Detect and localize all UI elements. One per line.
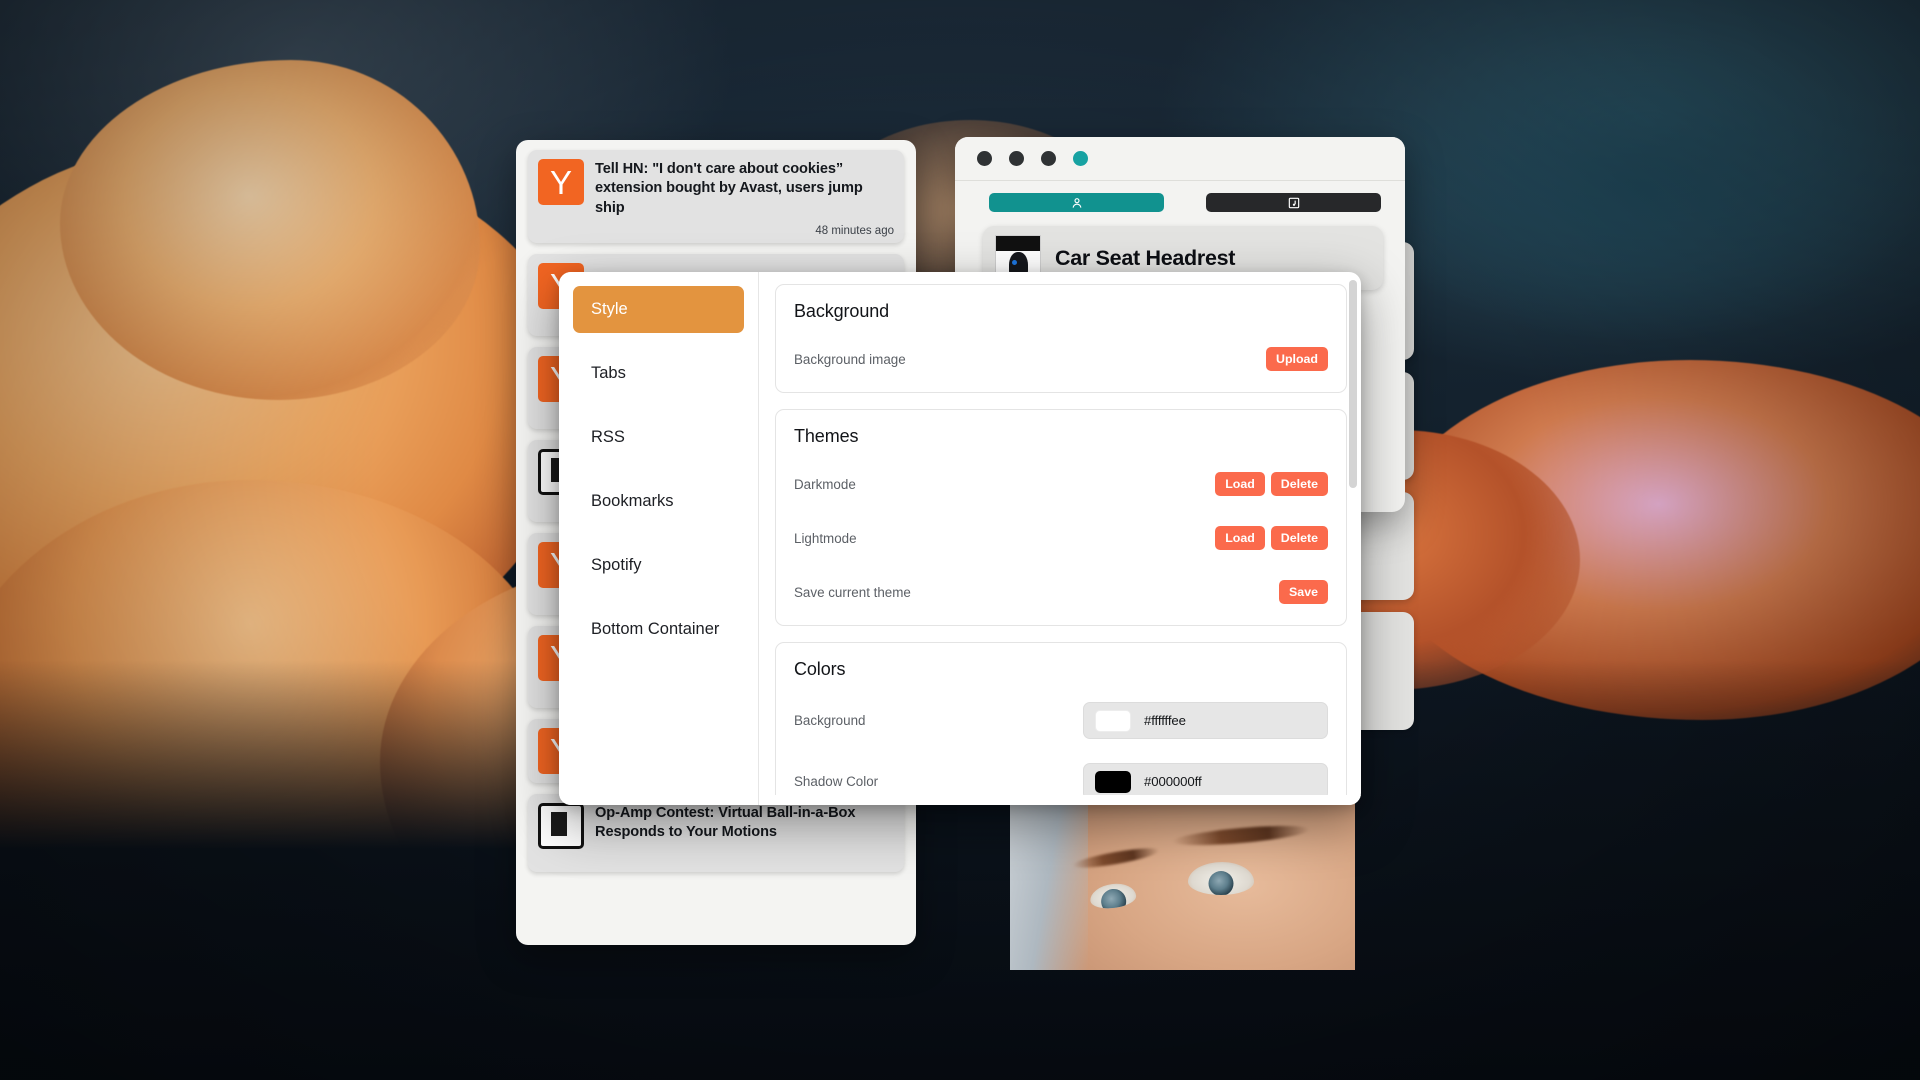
news-title: Tell HN: "I don't care about cookies” ex…	[595, 161, 863, 216]
tab-people[interactable]	[989, 193, 1164, 212]
row-label: Background image	[794, 351, 906, 367]
colors-section: Colors Background #ffffffee Shadow Color…	[775, 642, 1347, 805]
delete-button[interactable]: Delete	[1270, 471, 1328, 497]
color-swatch	[1095, 709, 1131, 732]
sidebar-item-label: Bottom Container	[591, 620, 720, 638]
now-playing-title: Car Seat Headrest	[1055, 245, 1236, 270]
hackernews-icon: Y	[538, 159, 584, 205]
row-label: Darkmode	[794, 476, 856, 492]
scrollbar-thumb[interactable]	[1349, 280, 1357, 488]
news-title: Op-Amp Contest: Virtual Ball-in-a-Box Re…	[595, 804, 856, 840]
settings-sidebar: Style Tabs RSS Bookmarks Spotify Bottom …	[559, 272, 759, 805]
sidebar-item-label: Tabs	[591, 364, 626, 382]
color-value: #000000ff	[1144, 774, 1202, 789]
news-timestamp: 48 minutes ago	[815, 224, 894, 237]
settings-dialog[interactable]: Style Tabs RSS Bookmarks Spotify Bottom …	[559, 272, 1361, 805]
delete-button[interactable]: Delete	[1270, 525, 1328, 551]
sidebar-item-tabs[interactable]: Tabs	[573, 350, 744, 397]
theme-row-save: Save current theme Save	[794, 577, 1328, 607]
album-icon	[1288, 197, 1299, 208]
settings-content: Background Background image Upload Theme…	[759, 272, 1361, 805]
theme-row-lightmode: Lightmode Load Delete	[794, 523, 1328, 553]
sidebar-item-bookmarks[interactable]: Bookmarks	[573, 478, 744, 525]
theme-row-darkmode: Darkmode Load Delete	[794, 469, 1328, 499]
background-section: Background Background image Upload	[775, 284, 1347, 393]
list-item[interactable]: Y Tell HN: "I don't care about cookies” …	[528, 150, 904, 243]
tab-album[interactable]	[1206, 193, 1381, 212]
row-actions: Load Delete	[1215, 471, 1328, 497]
row-label: Shadow Color	[794, 774, 879, 789]
background-color-picker[interactable]: #ffffffee	[1083, 702, 1328, 739]
row-label: Background	[794, 713, 866, 728]
sidebar-item-style[interactable]: Style	[573, 286, 744, 333]
color-swatch	[1095, 770, 1131, 793]
sidebar-item-spotify[interactable]: Spotify	[573, 542, 744, 589]
painting-eye	[1188, 862, 1254, 895]
load-button[interactable]: Load	[1215, 525, 1265, 551]
row-actions: Upload	[1266, 346, 1328, 372]
row-label: Save current theme	[794, 584, 911, 600]
section-title: Themes	[794, 426, 859, 446]
person-icon	[1072, 197, 1081, 208]
upload-button[interactable]: Upload	[1266, 346, 1328, 372]
music-titlebar[interactable]	[955, 137, 1405, 181]
hackaday-icon	[538, 802, 584, 849]
save-button[interactable]: Save	[1279, 579, 1328, 605]
sidebar-item-label: Spotify	[591, 556, 642, 574]
titlebar-dot[interactable]	[1041, 151, 1056, 166]
background-image-row: Background image Upload	[794, 344, 1328, 374]
settings-scrollbar[interactable]	[1349, 280, 1357, 740]
music-tab-bar	[955, 181, 1405, 212]
sidebar-item-rss[interactable]: RSS	[573, 414, 744, 461]
row-actions: Save	[1279, 579, 1328, 605]
titlebar-dot[interactable]	[977, 151, 992, 166]
desktop: Car Seat Headrest Y Tell HN: "I don't ca…	[0, 0, 1920, 1080]
row-label: Lightmode	[794, 530, 857, 546]
content-clip	[759, 795, 1361, 805]
sidebar-item-label: Bookmarks	[591, 492, 674, 510]
album-art-eye	[1012, 260, 1017, 265]
news-body: Tell HN: "I don't care about cookies” ex…	[595, 159, 894, 237]
painting-image	[1010, 800, 1355, 970]
sidebar-item-bottom-container[interactable]: Bottom Container	[573, 606, 744, 653]
sidebar-item-label: Style	[591, 300, 628, 318]
themes-section: Themes Darkmode Load Delete Lightmode Lo…	[775, 409, 1347, 626]
color-row-background: Background #ffffffee	[794, 702, 1328, 739]
color-value: #ffffffee	[1144, 713, 1186, 728]
sidebar-item-label: RSS	[591, 428, 625, 446]
list-item[interactable]: Op-Amp Contest: Virtual Ball-in-a-Box Re…	[528, 793, 904, 872]
load-button[interactable]: Load	[1215, 471, 1265, 497]
section-title: Colors	[794, 659, 846, 679]
titlebar-dot[interactable]	[1009, 151, 1024, 166]
news-body: Op-Amp Contest: Virtual Ball-in-a-Box Re…	[595, 803, 894, 866]
painting-veil	[1010, 800, 1088, 970]
titlebar-dot-active[interactable]	[1073, 151, 1088, 166]
section-title: Background	[794, 301, 890, 321]
row-actions: Load Delete	[1215, 525, 1328, 551]
